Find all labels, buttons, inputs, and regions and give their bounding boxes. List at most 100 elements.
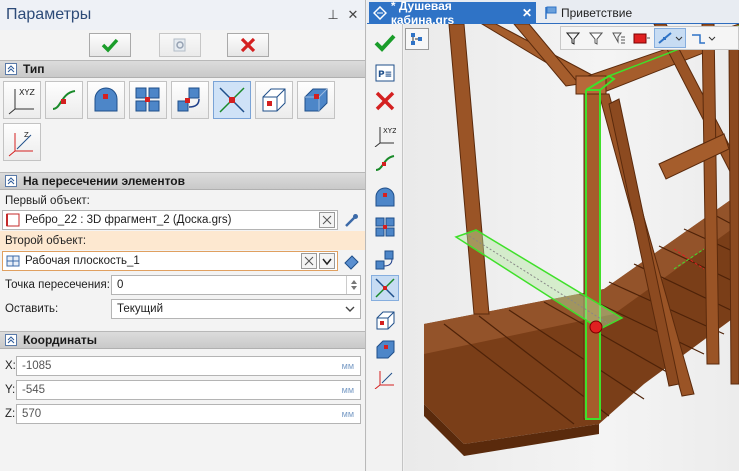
y-field[interactable]: -545 мм	[16, 380, 361, 400]
tab-welcome-label: Приветствие	[561, 6, 633, 20]
tab-shower-cabin-label: * Душевая кабина.grs	[390, 0, 455, 27]
chevron-down-icon	[345, 306, 355, 312]
vt-on-curve-button[interactable]	[371, 150, 399, 176]
y-label: Y:	[5, 384, 16, 396]
clear-icon	[322, 215, 332, 225]
z-value: 570	[22, 408, 42, 420]
object-tree-button[interactable]	[405, 28, 429, 50]
type-on-surface-button[interactable]	[87, 81, 125, 119]
3d-viewport[interactable]	[404, 24, 739, 471]
keep-label: Оставить:	[5, 303, 59, 315]
first-object-field[interactable]: Ребро_22 : 3D фрагмент_2 (Доска.grs)	[2, 210, 338, 230]
cancel-icon	[240, 37, 256, 53]
vt-on-body-button[interactable]	[371, 336, 399, 362]
second-object-field[interactable]: Рабочая плоскость_1	[2, 251, 338, 271]
z-field[interactable]: 570 мм	[16, 404, 361, 424]
clear-second-object-button[interactable]	[301, 253, 317, 269]
snap-line-icon	[658, 32, 683, 44]
tab-close-icon[interactable]: ✕	[522, 6, 532, 20]
viewport-toolbar	[560, 26, 739, 50]
intersection-point-field[interactable]: 0	[111, 275, 361, 295]
second-object-label: Второй объект:	[5, 235, 87, 247]
snap-mode-button[interactable]	[654, 28, 686, 48]
pipette-icon	[345, 214, 358, 227]
type-on-curve-button[interactable]	[45, 81, 83, 119]
intersection-point-marker[interactable]	[589, 320, 603, 334]
local-axes-icon	[374, 371, 394, 389]
svg-text:XYZ: XYZ	[19, 88, 35, 97]
filter-list-icon	[612, 32, 625, 44]
section-type-header[interactable]: Тип	[0, 60, 365, 78]
svg-text:P≡: P≡	[378, 70, 392, 80]
type-intersection-button[interactable]	[213, 81, 251, 119]
vt-local-cs-button[interactable]	[371, 365, 399, 391]
vt-cancel-button[interactable]	[371, 88, 399, 114]
preview-icon	[173, 38, 186, 52]
intersection-icon	[219, 87, 245, 113]
section-coordinates-header[interactable]: Координаты	[0, 331, 365, 349]
angle-line-icon	[692, 34, 716, 44]
intersection-point-value: 0	[117, 279, 124, 291]
filter-list-button[interactable]	[608, 28, 630, 48]
filter-outline-icon	[589, 32, 603, 45]
type-buttons: XYZ Z	[0, 78, 365, 172]
vt-on-surface-button[interactable]	[371, 184, 399, 210]
type-projection-button[interactable]	[255, 81, 293, 119]
type-on-body-button[interactable]	[297, 81, 335, 119]
constraint-mode-button[interactable]	[687, 28, 719, 48]
intersection-point-spinner[interactable]	[346, 276, 360, 294]
svg-text:XYZ: XYZ	[383, 127, 396, 135]
second-object-dropdown[interactable]	[319, 253, 335, 269]
projection-icon	[262, 88, 286, 112]
vt-by-coordinates-button[interactable]: XYZ	[371, 123, 399, 149]
panel-title-bar: Параметры ⊥ ✕	[0, 0, 365, 30]
pick-first-object-button[interactable]	[341, 211, 361, 231]
cancel-button[interactable]	[227, 33, 269, 57]
y-value: -545	[22, 384, 46, 396]
filter-selected-button[interactable]	[585, 28, 607, 48]
parameters-panel: Параметры ⊥ ✕ Тип XYZ Z На пересечении э…	[0, 0, 366, 471]
x-unit: мм	[341, 361, 354, 371]
vt-center-button[interactable]	[371, 214, 399, 240]
vt-params-button[interactable]: P≡	[371, 60, 399, 86]
parameters-window-icon: P≡	[375, 64, 395, 82]
vt-intersection-button[interactable]	[371, 275, 399, 301]
section-intersection-header[interactable]: На пересечении элементов	[0, 172, 365, 190]
type-offset-button[interactable]	[171, 81, 209, 119]
intersection-point-label: Точка пересечения:	[5, 279, 110, 291]
point-on-surface-icon	[94, 87, 118, 112]
color-filter-button[interactable]	[631, 28, 653, 48]
section-intersection-title: На пересечении элементов	[23, 174, 185, 188]
filter-icon	[566, 32, 580, 45]
first-object-label: Первый объект:	[5, 195, 90, 207]
filter-button[interactable]	[562, 28, 584, 48]
preview-button[interactable]	[159, 33, 201, 57]
type-local-cs-button[interactable]: Z	[3, 123, 41, 161]
type-by-coordinates-button[interactable]: XYZ	[3, 81, 41, 119]
local-axes-icon: Z	[8, 131, 33, 157]
chevron-up-icon[interactable]	[5, 175, 17, 187]
flag-icon	[545, 6, 557, 19]
intersection-icon	[375, 278, 395, 298]
cube-point-icon	[304, 88, 328, 112]
plane-pick-icon	[344, 255, 359, 270]
tab-welcome[interactable]: Приветствие	[540, 2, 652, 24]
spinner-arrows-icon	[350, 280, 357, 290]
chevron-up-icon[interactable]	[5, 334, 17, 346]
keep-select[interactable]: Текущий	[111, 299, 361, 319]
type-center-button[interactable]	[129, 81, 167, 119]
vt-projection-button[interactable]	[371, 307, 399, 333]
pick-second-object-button[interactable]	[341, 252, 361, 272]
3d-scene[interactable]	[404, 24, 739, 471]
vt-offset-button[interactable]	[371, 247, 399, 273]
close-panel-icon[interactable]: ✕	[345, 7, 361, 23]
ok-button[interactable]	[89, 33, 131, 57]
tab-shower-cabin[interactable]: * Душевая кабина.grs ✕	[369, 0, 536, 27]
vt-ok-button[interactable]	[371, 30, 399, 56]
action-row	[0, 30, 365, 60]
clear-first-object-button[interactable]	[319, 212, 335, 228]
check-icon	[101, 38, 119, 53]
x-field[interactable]: -1085 мм	[16, 356, 361, 376]
pin-icon[interactable]: ⊥	[325, 7, 341, 23]
chevron-up-icon[interactable]	[5, 63, 17, 75]
